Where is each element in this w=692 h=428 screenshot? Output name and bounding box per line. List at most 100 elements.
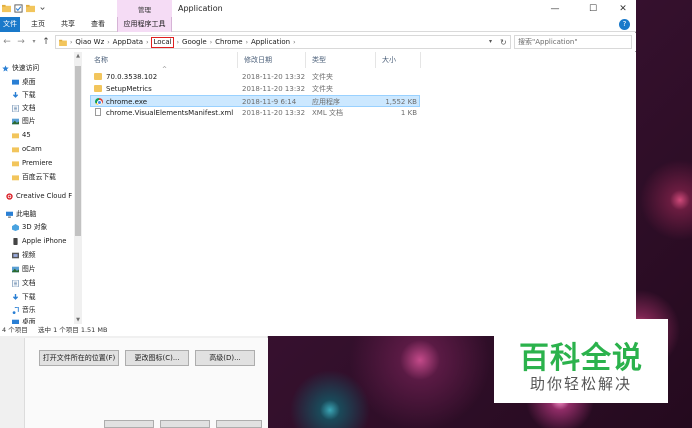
recent-locations-button[interactable]: ▾ — [29, 36, 39, 48]
tab-application-tools[interactable]: 应用程序工具 — [117, 17, 172, 32]
quick-access-toolbar — [2, 4, 47, 13]
file-row[interactable]: chrome.VisualElementsManifest.xml 2018-1… — [90, 107, 420, 119]
nav-label: 视频 — [22, 251, 36, 259]
column-header-size[interactable]: 大小 — [376, 52, 421, 68]
nav-this-pc[interactable]: 此电脑 — [6, 208, 80, 221]
folder-icon — [12, 147, 19, 153]
file-list: 名称 修改日期 类型 大小 ^ 70.0.3538.102 2018-11-20… — [84, 52, 636, 324]
refresh-icon[interactable]: ↻ — [500, 38, 507, 47]
scroll-up-arrow[interactable]: ▲ — [74, 52, 82, 60]
breadcrumb-separator: › — [70, 38, 73, 46]
back-button[interactable]: ← — [2, 36, 12, 48]
file-date: 2018-11-20 13:32 — [242, 73, 306, 81]
tab-home[interactable]: 主页 — [26, 17, 50, 32]
advanced-button[interactable]: 高级(D)... — [195, 350, 255, 366]
folder-icon[interactable] — [2, 4, 11, 13]
nav-item-baidu-download[interactable]: 百度云下载 — [12, 171, 82, 184]
nav-item-desktop[interactable]: 桌面 📌 — [12, 76, 82, 89]
nav-item-3d-objects[interactable]: 3D 对象 — [12, 221, 82, 234]
file-name: SetupMetrics — [106, 85, 152, 93]
folder-icon — [94, 85, 102, 92]
minimize-button[interactable]: — — [540, 2, 570, 16]
properties-dialog-background: 打开文件所在的位置(F) 更改图标(C)... 高级(D)... — [0, 330, 268, 428]
folder-icon — [94, 73, 102, 80]
file-row-selected[interactable]: chrome.exe 2018-11-9 6:14 应用程序 1,552 KB — [90, 95, 420, 107]
item-count: 4 个项目 — [2, 326, 28, 334]
folder-icon — [12, 133, 19, 139]
nav-item-pictures[interactable]: 图片 📌 — [12, 115, 82, 128]
picture-icon — [12, 266, 19, 273]
star-icon — [2, 65, 9, 72]
open-file-location-button[interactable]: 打开文件所在的位置(F) — [39, 350, 119, 366]
nav-item-downloads[interactable]: 下载 📌 — [12, 89, 82, 102]
nav-label: 桌面 — [22, 318, 36, 324]
file-row[interactable]: SetupMetrics 2018-11-20 13:32 文件夹 — [90, 83, 420, 95]
nav-item-documents-pc[interactable]: 文档 — [12, 277, 82, 290]
forward-button[interactable]: → — [16, 36, 26, 48]
computer-icon — [6, 211, 13, 218]
breadcrumb-separator: › — [245, 38, 248, 46]
chevron-down-icon[interactable] — [38, 4, 47, 13]
nav-label: Creative Cloud F — [16, 192, 73, 200]
breadcrumb-separator: › — [209, 38, 213, 46]
nav-label: oCam — [22, 145, 42, 153]
nav-label: 下载 — [22, 293, 36, 301]
nav-creative-cloud[interactable]: Creative Cloud F — [6, 190, 80, 203]
nav-item-ocam[interactable]: oCam — [12, 143, 82, 156]
nav-item-videos[interactable]: 视频 — [12, 249, 82, 262]
up-button[interactable]: ↑ — [41, 36, 51, 48]
address-bar[interactable]: › Qiao Wz › AppData › Local › Google › C… — [55, 35, 511, 49]
help-icon[interactable]: ? — [619, 19, 630, 30]
tab-share[interactable]: 共享 — [56, 17, 80, 32]
maximize-button[interactable]: ☐ — [578, 2, 608, 16]
nav-item-premiere[interactable]: Premiere — [12, 157, 82, 170]
folder-icon — [12, 161, 19, 167]
nav-item-apple-iphone[interactable]: Apple iPhone — [12, 235, 82, 248]
tab-file[interactable]: 文件 — [0, 17, 20, 32]
ribbon-tabs: 文件 主页 共享 查看 应用程序工具 ? — [0, 17, 636, 32]
video-icon — [12, 252, 19, 259]
address-dropdown-icon[interactable]: ▾ — [489, 38, 492, 45]
chrome-icon — [95, 98, 103, 105]
nav-label: 此电脑 — [16, 210, 37, 218]
breadcrumb-google[interactable]: Google — [182, 38, 207, 46]
file-date: 2018-11-20 13:32 — [242, 85, 306, 93]
nav-item-pictures-pc[interactable]: 图片 — [12, 263, 82, 276]
properties-dialog-panel: 打开文件所在的位置(F) 更改图标(C)... 高级(D)... — [24, 338, 268, 428]
dialog-button-edge[interactable] — [104, 420, 154, 428]
change-icon-button[interactable]: 更改图标(C)... — [125, 350, 189, 366]
scrollbar-thumb[interactable] — [75, 66, 81, 236]
breadcrumb-application[interactable]: Application — [251, 38, 290, 46]
close-button[interactable]: ✕ — [608, 2, 638, 16]
breadcrumb-separator: › — [293, 38, 296, 46]
tab-view[interactable]: 查看 — [86, 17, 110, 32]
breadcrumb-appdata[interactable]: AppData — [113, 38, 143, 46]
file-type: 文件夹 — [312, 85, 333, 93]
column-header-date[interactable]: 修改日期 — [238, 52, 306, 68]
nav-quick-access[interactable]: 快速访问 — [2, 62, 76, 75]
download-icon — [12, 92, 19, 98]
document-icon — [12, 105, 19, 112]
context-tab-manage[interactable]: 管理 — [117, 0, 172, 18]
breadcrumb-qiao-wz[interactable]: Qiao Wz — [75, 38, 104, 46]
breadcrumb-separator: › — [146, 38, 149, 46]
nav-item-downloads-pc[interactable]: 下载 — [12, 291, 82, 304]
nav-item-45[interactable]: 45 — [12, 129, 82, 142]
nav-scrollbar[interactable]: ▲ ▼ — [74, 52, 82, 324]
breadcrumb-chrome[interactable]: Chrome — [215, 38, 242, 46]
checkbox-icon[interactable] — [14, 4, 23, 13]
breadcrumb-local[interactable]: Local — [151, 36, 174, 48]
nav-item-desktop-pc[interactable]: 桌面 — [12, 316, 82, 324]
file-name: chrome.VisualElementsManifest.xml — [106, 109, 234, 117]
download-icon — [12, 294, 19, 300]
file-row[interactable]: 70.0.3538.102 2018-11-20 13:32 文件夹 — [90, 71, 420, 83]
scroll-down-arrow[interactable]: ▼ — [74, 316, 82, 324]
nav-item-documents[interactable]: 文档 📌 — [12, 102, 82, 115]
column-header-type[interactable]: 类型 — [306, 52, 376, 68]
dialog-button-edge[interactable] — [216, 420, 262, 428]
folder-icon[interactable] — [26, 4, 35, 13]
search-input[interactable]: 搜索"Application" — [514, 35, 632, 49]
dialog-button-edge[interactable] — [160, 420, 210, 428]
picture-icon — [12, 118, 19, 125]
watermark-logo: 百科全说 助你轻松解决 — [494, 319, 668, 403]
